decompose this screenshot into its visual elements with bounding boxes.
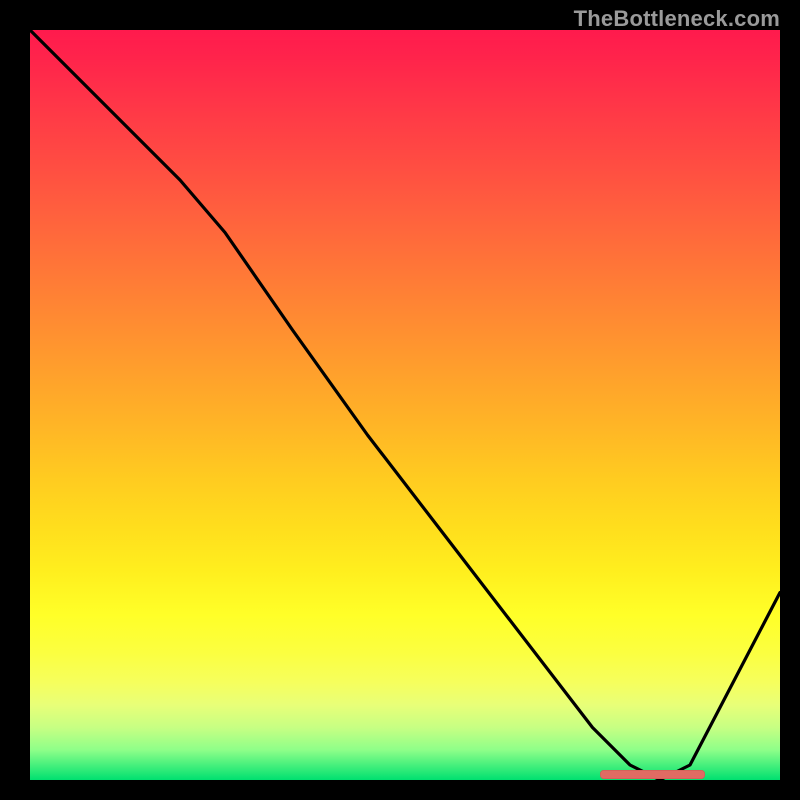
bottleneck-curve-svg bbox=[30, 30, 780, 780]
plot-frame bbox=[30, 30, 780, 780]
valley-highlight-bar bbox=[600, 770, 705, 779]
watermark-text: TheBottleneck.com bbox=[574, 6, 780, 32]
bottleneck-curve bbox=[30, 30, 780, 780]
